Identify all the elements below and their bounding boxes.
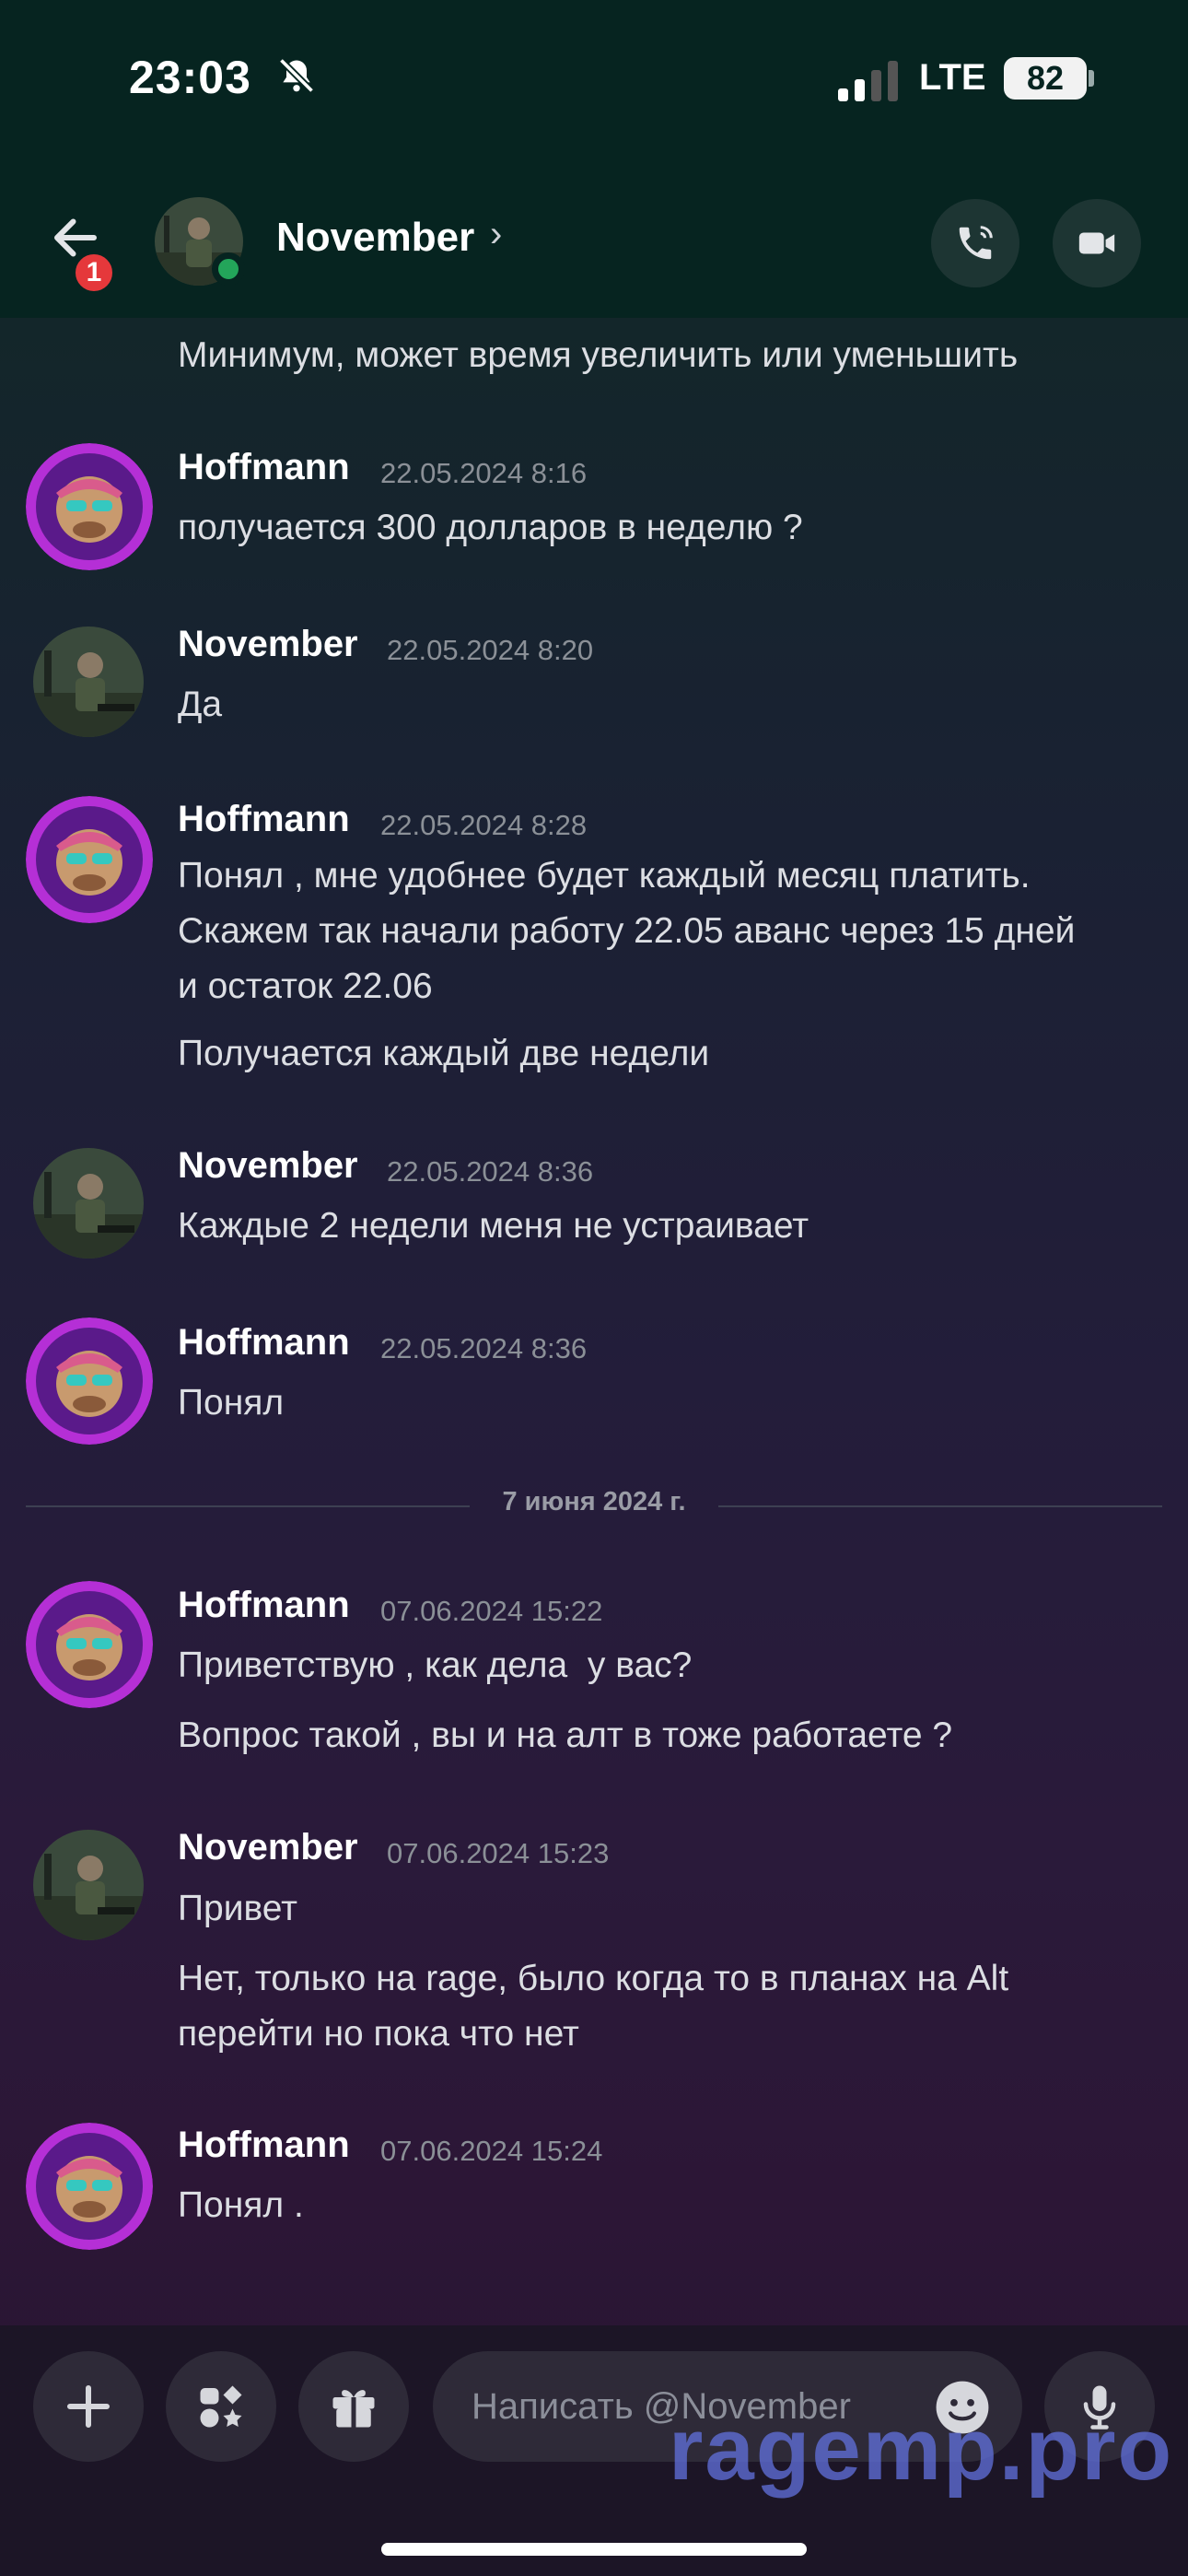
message-text: получается 300 долларов в неделю ? [178, 508, 803, 547]
plus-icon [67, 2385, 110, 2428]
network-type: LTE [919, 57, 986, 98]
avatar-hoffmann[interactable] [26, 796, 153, 923]
author-name[interactable]: Hoffmann [178, 447, 350, 488]
battery-level: 82 [1026, 59, 1065, 97]
avatar-november[interactable] [33, 626, 144, 737]
message-text: Получается каждый две недели [178, 1034, 710, 1073]
avatar-november[interactable] [33, 1148, 144, 1259]
author-name[interactable]: Hoffmann [178, 799, 350, 840]
avatar-hoffmann[interactable] [26, 1317, 153, 1445]
status-bar: 23:03 LTE 82 [0, 0, 1188, 157]
author-name[interactable]: Hoffmann [178, 2125, 350, 2166]
author-name[interactable]: Hoffmann [178, 1322, 350, 1364]
author-name[interactable]: November [178, 1145, 358, 1187]
add-attachment-button[interactable] [33, 2351, 144, 2462]
composer-bar: Написать @November ragemp.pro [0, 2325, 1188, 2576]
phone-icon [959, 226, 993, 260]
avatar-hoffmann[interactable] [26, 443, 153, 570]
message-text: Приветствую , как дела у вас? [178, 1645, 693, 1685]
watermark: ragemp.pro [669, 2400, 1174, 2499]
battery-indicator: 82 [1004, 57, 1087, 100]
apps-icon [200, 2385, 242, 2428]
voice-call-button[interactable] [931, 199, 1019, 287]
message-timestamp: 07.06.2024 15:22 [380, 1595, 603, 1627]
message-timestamp: 07.06.2024 15:24 [380, 2135, 603, 2167]
date-divider-line [26, 1505, 470, 1507]
unread-badge: 1 [72, 251, 116, 295]
date-divider: 7 июня 2024 г. [502, 1487, 686, 1516]
chat-header: 1 November › [0, 157, 1188, 318]
message-timestamp: 22.05.2024 8:28 [380, 809, 588, 841]
message-text: и остаток 22.06 [178, 966, 433, 1006]
message-text: Скажем так начали работу 22.05 аванс чер… [178, 911, 1076, 951]
date-divider-line [718, 1505, 1162, 1507]
message-text: Каждые 2 недели меня не устраивает [178, 1206, 809, 1246]
apps-button[interactable] [166, 2351, 276, 2462]
video-camera-icon [1078, 232, 1115, 254]
message-text: Понял , мне удобнее будет каждый месяц п… [178, 856, 1031, 896]
message-text: Понял [178, 1383, 285, 1423]
message-text: Понял . [178, 2185, 304, 2225]
signal-icon [838, 61, 898, 101]
message-text: Да [178, 685, 223, 724]
online-status-dot [212, 252, 245, 286]
author-name[interactable]: November [178, 1827, 358, 1868]
home-indicator[interactable] [381, 2543, 807, 2556]
message-text: Минимум, может время увеличить или умень… [178, 335, 1019, 375]
gift-icon [332, 2390, 375, 2428]
message-timestamp: 07.06.2024 15:23 [387, 1837, 610, 1869]
battery-tip [1089, 70, 1094, 87]
message-timestamp: 22.05.2024 8:36 [380, 1332, 588, 1364]
contact-name[interactable]: November [276, 215, 474, 261]
video-call-button[interactable] [1053, 199, 1141, 287]
message-text: перейти но пока что нет [178, 2014, 579, 2054]
avatar-hoffmann[interactable] [26, 2123, 153, 2250]
avatar-hoffmann[interactable] [26, 1581, 153, 1708]
message-text: Привет [178, 1889, 298, 1928]
message-timestamp: 22.05.2024 8:16 [380, 457, 588, 489]
message-timestamp: 22.05.2024 8:20 [387, 634, 594, 666]
author-name[interactable]: November [178, 624, 358, 665]
author-name[interactable]: Hoffmann [178, 1585, 350, 1626]
message-text: Нет, только на rage, было когда то в пла… [178, 1959, 1009, 1998]
chevron-right-icon[interactable]: › [490, 214, 502, 255]
message-text: Вопрос такой , вы и на алт в тоже работа… [178, 1715, 953, 1755]
status-time: 23:03 [129, 52, 251, 103]
bell-off-icon [278, 57, 315, 94]
gift-button[interactable] [298, 2351, 409, 2462]
message-timestamp: 22.05.2024 8:36 [387, 1155, 594, 1188]
avatar-november[interactable] [33, 1830, 144, 1940]
